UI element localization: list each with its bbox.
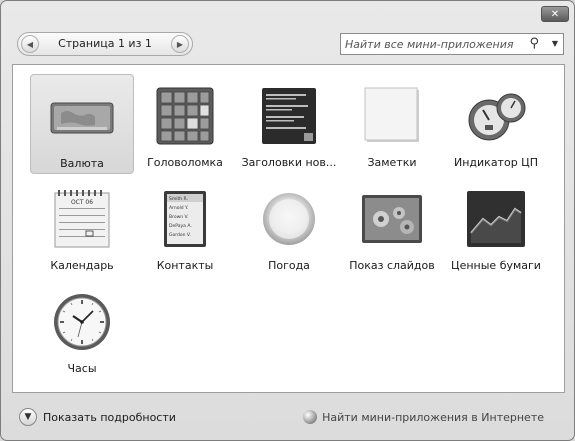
gadget-calendar[interactable]: OCT 06 Календарь (30, 177, 134, 277)
contacts-icon: Smith R. Arnold Y. Brown V. DePaya A. Go… (152, 189, 218, 249)
show-details-button[interactable]: ▼ Показать подробности (19, 408, 176, 426)
weather-icon (256, 189, 322, 249)
cpu-meter-icon (463, 86, 529, 146)
contact-name: Arnold Y. (169, 205, 188, 211)
chevron-right-icon: ▶ (176, 39, 184, 49)
footer: ▼ Показать подробности Найти мини-прилож… (1, 398, 574, 438)
close-button[interactable]: ✕ (541, 6, 569, 22)
gadget-weather[interactable]: Погода (237, 177, 341, 277)
get-gadgets-online-label: Найти мини-приложения в Интернете (322, 410, 544, 424)
news-headlines-icon (256, 86, 322, 146)
contact-name: Brown V. (169, 214, 189, 220)
gadget-label: Часы (67, 362, 97, 375)
gadget-label: Погода (268, 259, 310, 272)
search-dropdown-icon[interactable]: ▼ (552, 39, 558, 48)
search-box: ⚲ ▼ (340, 33, 564, 55)
slideshow-icon (359, 189, 425, 249)
chevron-left-icon: ◀ (26, 39, 34, 49)
gadget-label: Контакты (156, 259, 214, 272)
gadget-cpu-meter[interactable]: Индикатор ЦП (444, 74, 548, 174)
gadget-label: Индикатор ЦП (454, 156, 538, 169)
gadget-currency[interactable]: Валюта (30, 74, 134, 174)
gadget-label: Головоломка (147, 156, 223, 169)
contact-name: Gordon V. (169, 232, 191, 238)
gadget-notes[interactable]: Заметки (340, 74, 444, 174)
clock-icon (49, 292, 115, 352)
stocks-icon (463, 189, 529, 249)
calendar-icon: OCT 06 (49, 189, 115, 249)
gadget-label: Валюта (60, 157, 104, 170)
contact-name: DePaya A. (169, 223, 192, 229)
gadget-news-headlines[interactable]: Заголовки нов... (237, 74, 341, 174)
gadget-slideshow[interactable]: Показ слайдов (340, 177, 444, 277)
gadget-gallery-window: ✕ ◀ Страница 1 из 1 ▶ ⚲ ▼ (0, 0, 575, 441)
notes-icon (359, 86, 425, 146)
prev-page-button[interactable]: ◀ (21, 35, 39, 53)
contact-name: Smith R. (169, 196, 188, 202)
gadget-label: Заголовки нов... (241, 156, 337, 169)
next-page-button[interactable]: ▶ (171, 35, 189, 53)
search-input[interactable] (345, 37, 517, 51)
gadget-label: Показ слайдов (349, 259, 435, 272)
gadget-puzzle[interactable]: Головоломка (133, 74, 237, 174)
calendar-month: OCT 06 (71, 199, 93, 206)
toolbar: ◀ Страница 1 из 1 ▶ ⚲ ▼ (11, 29, 564, 59)
chevron-down-icon: ▼ (19, 408, 37, 426)
gadget-label: Календарь (50, 259, 114, 272)
gadget-clock[interactable]: Часы (30, 280, 134, 380)
close-icon: ✕ (550, 8, 560, 20)
gadget-stocks[interactable]: Ценные бумаги (444, 177, 548, 277)
search-icon[interactable]: ⚲ (529, 36, 539, 51)
gadget-contacts[interactable]: Smith R. Arnold Y. Brown V. DePaya A. Go… (133, 177, 237, 277)
page-navigator: ◀ Страница 1 из 1 ▶ (17, 32, 193, 56)
get-gadgets-online-link[interactable]: Найти мини-приложения в Интернете (303, 410, 544, 424)
gadget-grid: Валюта Головоломка Заголовки нов... Заме… (12, 64, 565, 393)
gadget-label: Заметки (367, 156, 417, 169)
page-indicator: Страница 1 из 1 (58, 37, 152, 50)
gadget-label: Ценные бумаги (451, 259, 541, 272)
show-details-label: Показать подробности (43, 410, 176, 424)
currency-icon (49, 87, 115, 147)
globe-icon (303, 410, 318, 424)
puzzle-icon (152, 86, 218, 146)
